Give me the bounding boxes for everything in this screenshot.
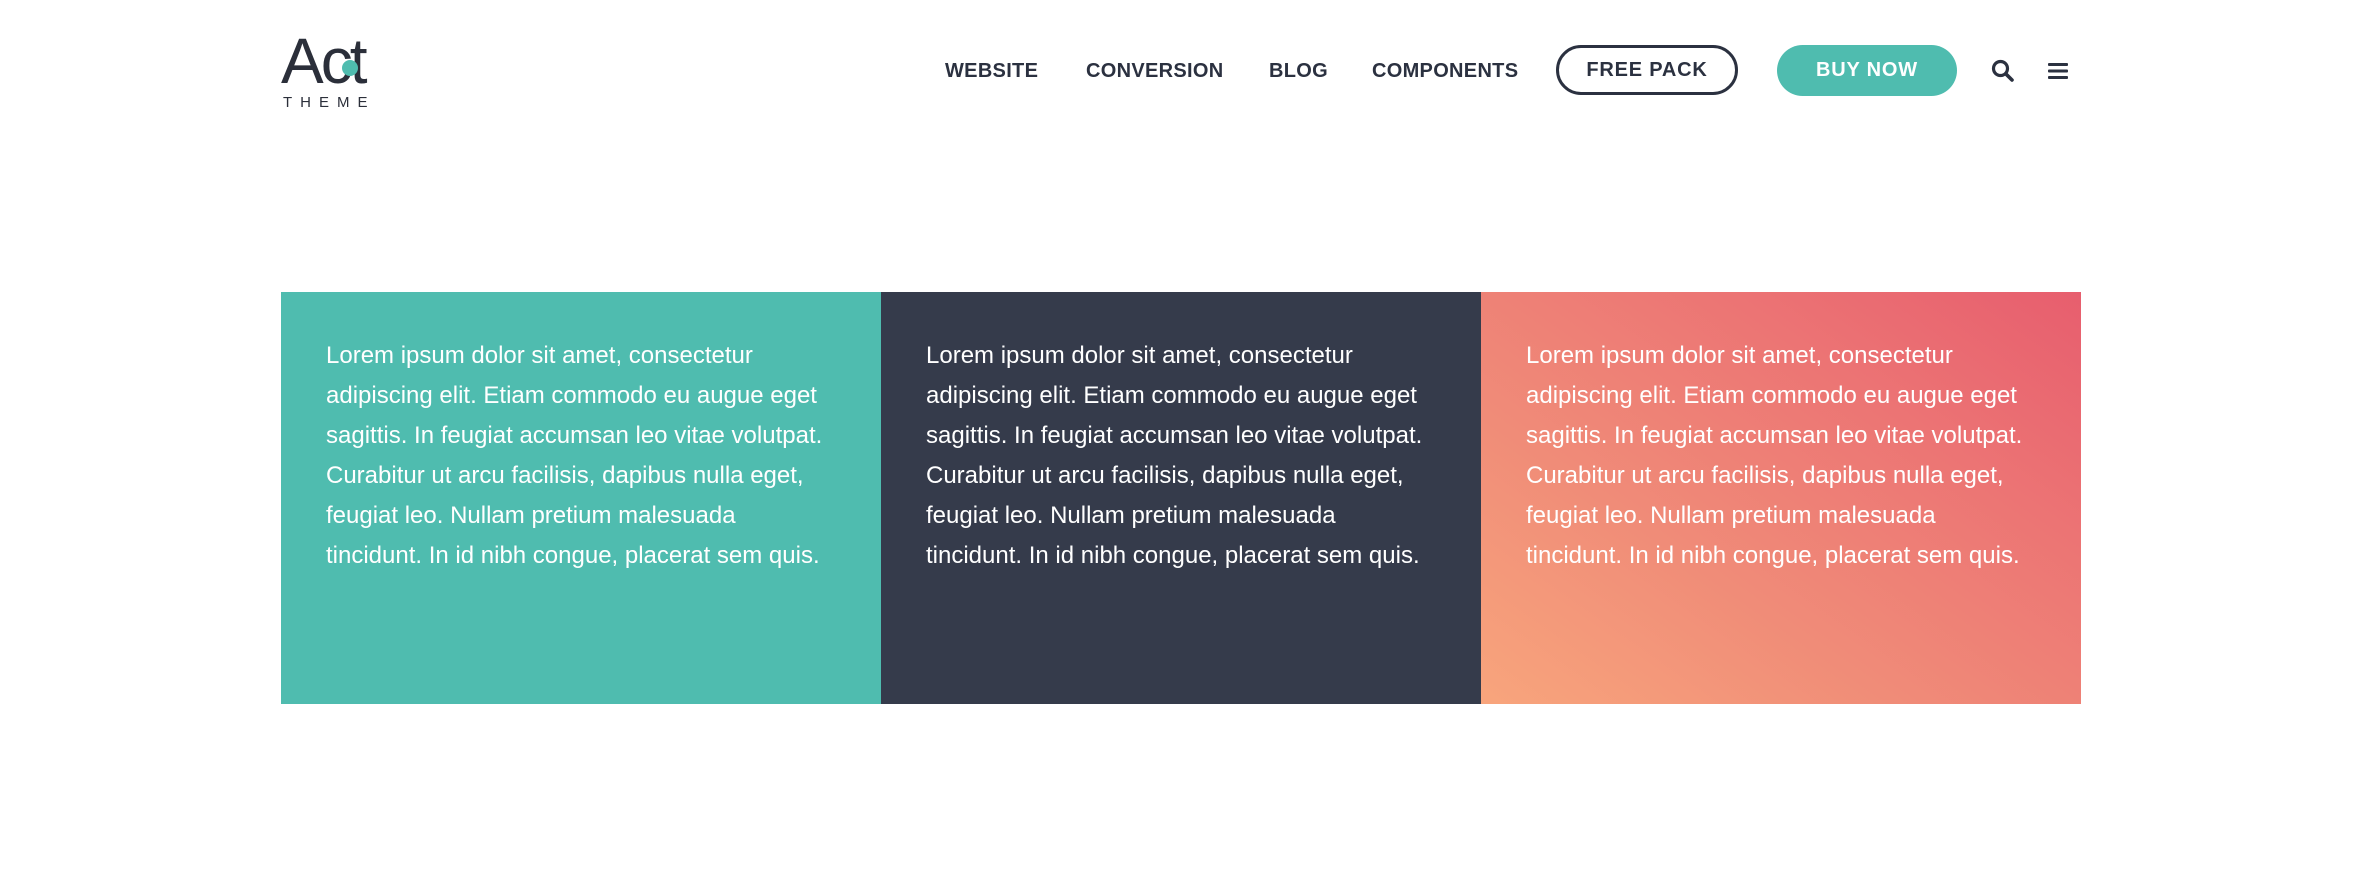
logo[interactable]: Act THEME: [281, 29, 393, 112]
buy-now-button[interactable]: BUY NOW: [1777, 45, 1957, 96]
page: Act THEME WEBSITE CONVERSION BLOG COMPON…: [0, 0, 2355, 879]
logo-dot-icon: [342, 60, 358, 76]
feature-boxes: Lorem ipsum dolor sit amet, consectetur …: [281, 292, 2081, 704]
nav-item-components[interactable]: COMPONENTS: [1372, 48, 1518, 94]
feature-box-coral: Lorem ipsum dolor sit amet, consectetur …: [1481, 292, 2081, 704]
site-header: Act THEME WEBSITE CONVERSION BLOG COMPON…: [0, 0, 2355, 143]
free-pack-button[interactable]: FREE PACK: [1556, 45, 1738, 95]
nav-item-conversion[interactable]: CONVERSION: [1086, 48, 1223, 94]
menu-icon[interactable]: [2045, 58, 2071, 84]
feature-text: Lorem ipsum dolor sit amet, consectetur …: [926, 342, 1423, 569]
feature-text: Lorem ipsum dolor sit amet, consectetur …: [326, 342, 823, 569]
feature-box-teal: Lorem ipsum dolor sit amet, consectetur …: [281, 292, 881, 704]
nav-item-website[interactable]: WEBSITE: [945, 48, 1038, 94]
logo-subtitle: THEME: [283, 94, 376, 111]
search-icon[interactable]: [1990, 58, 2016, 84]
feature-text: Lorem ipsum dolor sit amet, consectetur …: [1526, 342, 2023, 569]
nav-item-blog[interactable]: BLOG: [1269, 48, 1328, 94]
feature-box-dark: Lorem ipsum dolor sit amet, consectetur …: [881, 292, 1481, 704]
